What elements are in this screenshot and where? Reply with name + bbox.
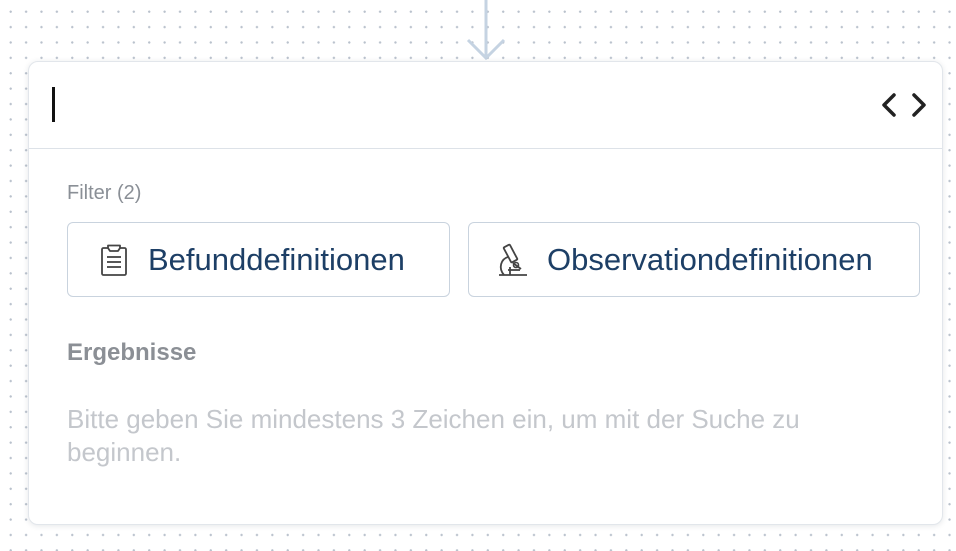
filter-chip-observationdefinitionen[interactable]: Observationdefinitionen <box>468 222 920 297</box>
filter-label: Filter (2) <box>67 182 142 204</box>
chip-label: Befunddefinitionen <box>148 241 405 277</box>
code-icon <box>882 93 926 117</box>
microscope-icon <box>499 243 527 276</box>
search-panel: Filter (2) Befunddefinitionen Observatio… <box>28 61 943 525</box>
search-hint-text: Bitte geben Sie mindestens 3 Zeichen ein… <box>67 404 800 467</box>
search-input[interactable] <box>47 80 867 128</box>
chip-label: Observationdefinitionen <box>547 241 873 277</box>
text-cursor <box>52 87 55 122</box>
results-heading: Ergebnisse <box>67 339 197 366</box>
arrow-down-icon <box>466 0 506 61</box>
code-toggle-button[interactable] <box>880 89 928 121</box>
search-row <box>29 62 942 149</box>
filter-chip-befunddefinitionen[interactable]: Befunddefinitionen <box>67 222 450 297</box>
clipboard-icon <box>101 244 127 276</box>
